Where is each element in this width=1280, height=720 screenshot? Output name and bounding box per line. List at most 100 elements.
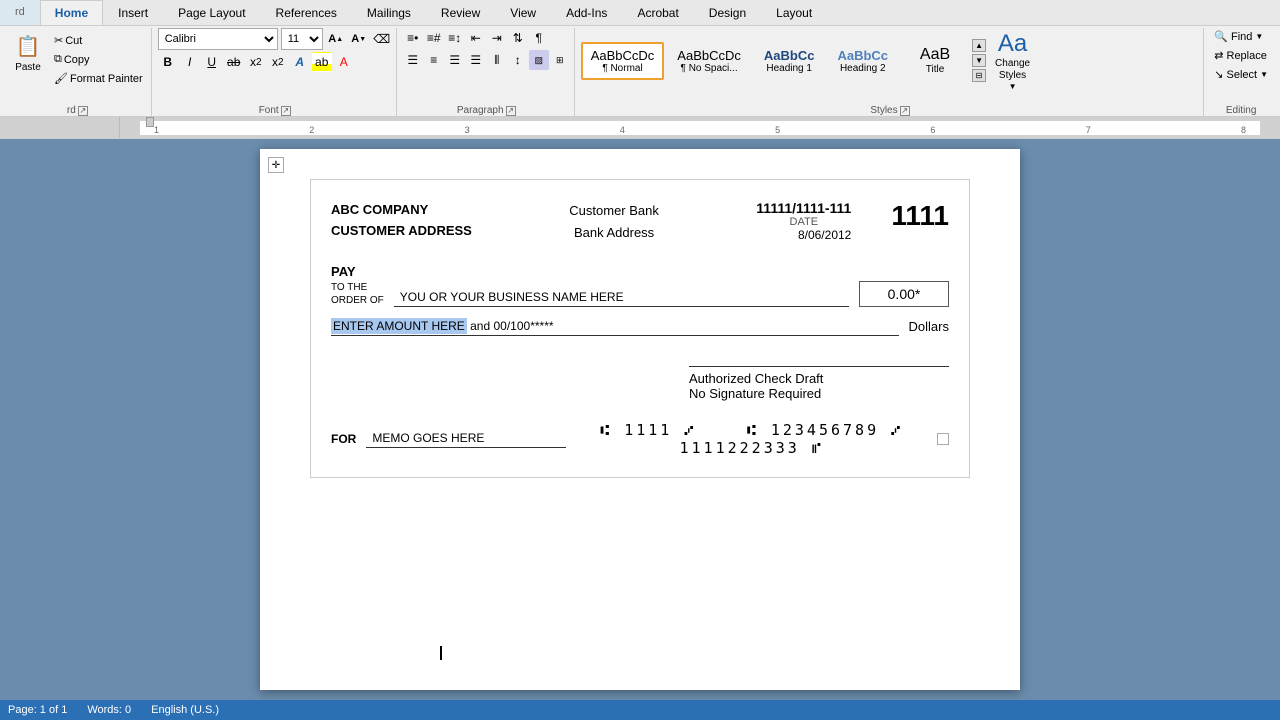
tab-rd[interactable]: rd [0, 0, 40, 25]
tab-add-ins[interactable]: Add-Ins [551, 0, 622, 25]
font-name-select[interactable]: Calibri [158, 28, 278, 50]
amount-words-rest: and 00/100***** [467, 319, 554, 333]
tab-review[interactable]: Review [426, 0, 495, 25]
bullets-button[interactable]: ≡• [403, 28, 423, 48]
italic-button[interactable]: I [180, 52, 200, 72]
copy-icon: ⧉ [54, 53, 62, 66]
bank-name: Customer Bank [569, 200, 659, 222]
tab-home[interactable]: Home [40, 0, 103, 25]
change-styles-chevron: ▼ [1009, 82, 1017, 91]
ruler: 12345678 [0, 117, 1280, 139]
borders-button[interactable]: ⊞ [550, 50, 570, 70]
style-normal-preview: AaBbCcDc [591, 48, 655, 63]
show-formatting-button[interactable]: ¶ [529, 28, 549, 48]
font-expand[interactable]: ↗ [281, 106, 291, 116]
justify-button[interactable]: ☰ [466, 50, 486, 70]
tab-layout[interactable]: Layout [761, 0, 827, 25]
styles-scroll-down[interactable]: ▼ [972, 54, 986, 67]
find-button[interactable]: 🔍 Find ▼ [1210, 28, 1267, 45]
line-spacing-button[interactable]: ↕ [508, 50, 528, 70]
check-container: ABC COMPANY CUSTOMER ADDRESS Customer Ba… [310, 179, 970, 478]
text-effects-button[interactable]: A [290, 52, 310, 72]
paragraph-expand[interactable]: ↗ [506, 106, 516, 116]
style-heading1[interactable]: AaBbCc Heading 1 [754, 42, 825, 80]
style-title-label: Title [911, 64, 959, 75]
paragraph-label: Paragraph ↗ [399, 105, 574, 116]
increase-indent-button[interactable]: ⇥ [487, 28, 507, 48]
find-label: Find [1231, 31, 1252, 43]
styles-more[interactable]: ⊟ [972, 69, 986, 82]
find-icon: 🔍 [1214, 30, 1228, 43]
tab-insert[interactable]: Insert [103, 0, 163, 25]
sort-button[interactable]: ⇅ [508, 28, 528, 48]
bold-button[interactable]: B [158, 52, 178, 72]
company-info: ABC COMPANY CUSTOMER ADDRESS [331, 200, 472, 242]
amount-box[interactable]: 0.00* [859, 281, 949, 307]
status-words: Words: 0 [87, 704, 131, 716]
paste-icon: 📋 [14, 32, 42, 60]
paragraph-group: ≡• ≡# ≡↕ ⇤ ⇥ ⇅ ¶ ☰ ≡ ☰ ☰ ⫴ ↕ [399, 28, 575, 116]
clipboard-expand[interactable]: ↗ [78, 106, 88, 116]
tab-page-layout[interactable]: Page Layout [163, 0, 260, 25]
memo-text: MEMO GOES HERE [372, 431, 484, 445]
select-icon: ↘ [1214, 68, 1223, 81]
cut-button[interactable]: ✂ Cut [50, 32, 147, 49]
underline-button[interactable]: U [202, 52, 222, 72]
move-handle[interactable]: ✛ [268, 157, 284, 173]
select-label: Select [1227, 69, 1258, 81]
grow-font-button[interactable]: A▲ [326, 29, 346, 49]
decrease-indent-button[interactable]: ⇤ [466, 28, 486, 48]
columns-button[interactable]: ⫴ [487, 50, 507, 70]
tab-design[interactable]: Design [694, 0, 761, 25]
strikethrough-button[interactable]: ab [224, 52, 244, 72]
paste-button[interactable]: 📋 Paste [8, 28, 48, 77]
cursor-area [440, 645, 442, 660]
payee-field[interactable]: YOU OR YOUR BUSINESS NAME HERE [394, 290, 849, 307]
styles-nav: ▲ ▼ ⊟ [972, 39, 986, 82]
style-h1-label: Heading 1 [764, 63, 815, 74]
for-label: FOR [331, 432, 356, 446]
styles-expand[interactable]: ↗ [900, 106, 910, 116]
copy-button[interactable]: ⧉ Copy [50, 51, 147, 68]
editing-group: 🔍 Find ▼ ⇄ Replace ↘ Select ▼ Ed [1206, 28, 1276, 116]
style-title-preview: AaB [911, 46, 959, 64]
amount-words-line[interactable]: ENTER AMOUNT HERE and 00/100***** [331, 319, 899, 336]
copy-label: Copy [64, 54, 90, 66]
memo-line[interactable]: MEMO GOES HERE [366, 431, 566, 448]
shading-button[interactable]: ▨ [529, 50, 549, 70]
routing-area: 11111/1111-111 DATE 8/06/2012 [756, 200, 851, 242]
highlight-button[interactable]: ab [312, 52, 332, 72]
replace-button[interactable]: ⇄ Replace [1210, 47, 1271, 64]
subscript-button[interactable]: x2 [246, 52, 266, 72]
style-title[interactable]: AaB Title [901, 40, 969, 81]
left-indent-marker[interactable] [146, 117, 154, 127]
clear-format-button[interactable]: ⌫ [372, 29, 392, 49]
tab-mailings[interactable]: Mailings [352, 0, 426, 25]
style-normal[interactable]: AaBbCcDc ¶ Normal [581, 42, 665, 80]
micr-line: ⑆ 1111 ⑇ ⑆ 123456789 ⑇ 1111222333 ⑈ [576, 421, 927, 457]
align-left-button[interactable]: ☰ [403, 50, 423, 70]
tab-references[interactable]: References [261, 0, 352, 25]
font-size-select[interactable]: 11 [281, 28, 323, 50]
micr-right: 1111222333 ⑈ [680, 439, 824, 457]
change-styles-button[interactable]: Aa ChangeStyles ▼ [989, 28, 1036, 93]
align-center-button[interactable]: ≡ [424, 50, 444, 70]
style-no-spacing[interactable]: AaBbCcDc ¶ No Spaci... [667, 42, 751, 80]
styles-scroll-up[interactable]: ▲ [972, 39, 986, 52]
format-painter-button[interactable]: 🖌 Format Painter [50, 70, 147, 87]
tab-acrobat[interactable]: Acrobat [622, 0, 693, 25]
select-button[interactable]: ↘ Select ▼ [1210, 66, 1272, 83]
numbering-button[interactable]: ≡# [424, 28, 444, 48]
multilevel-button[interactable]: ≡↕ [445, 28, 465, 48]
style-heading2[interactable]: AaBbCc Heading 2 [827, 42, 898, 80]
font-color-button[interactable]: A [334, 52, 354, 72]
align-right-button[interactable]: ☰ [445, 50, 465, 70]
shrink-font-button[interactable]: A▼ [349, 29, 369, 49]
style-h1-preview: AaBbCc [764, 48, 815, 63]
clipboard-group: 📋 Paste ✂ Cut ⧉ Copy [4, 28, 152, 116]
clipboard-label: rd ↗ [4, 105, 151, 116]
superscript-button[interactable]: x2 [268, 52, 288, 72]
signature-block: Authorized Check Draft No Signature Requ… [689, 366, 949, 401]
company-name: ABC COMPANY [331, 200, 472, 221]
tab-view[interactable]: View [495, 0, 551, 25]
